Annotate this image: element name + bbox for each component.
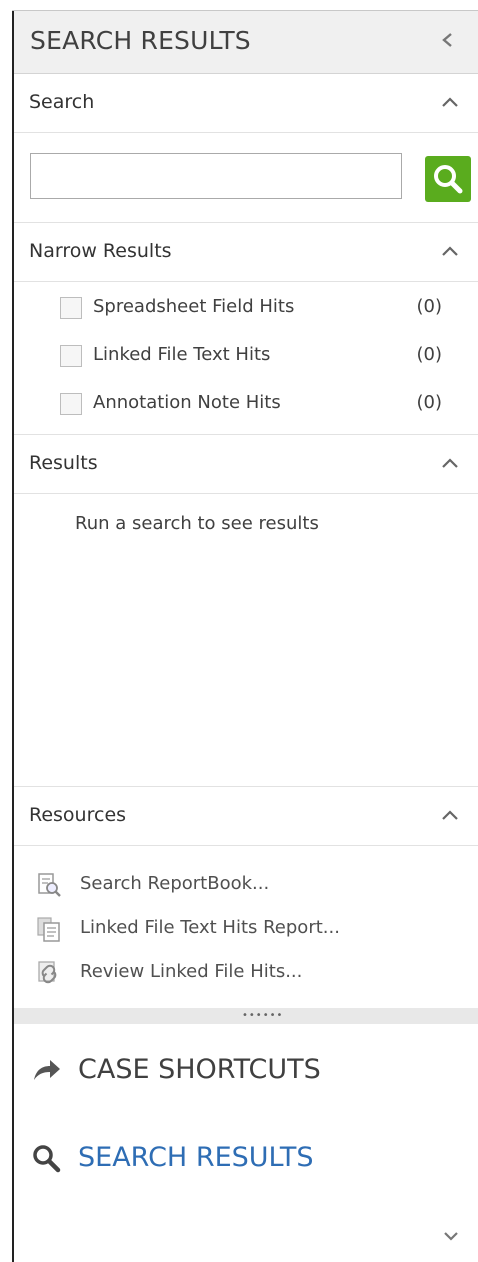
nav-label: SEARCH RESULTS bbox=[78, 1142, 314, 1173]
checkbox[interactable] bbox=[60, 393, 82, 415]
resources-title: Resources bbox=[29, 804, 127, 826]
resource-label: Review Linked File Hits... bbox=[80, 961, 303, 982]
chevron-left-icon bbox=[442, 33, 452, 47]
filter-annotation-note-hits[interactable]: Annotation Note Hits (0) bbox=[60, 389, 450, 419]
resources-header[interactable]: Resources bbox=[14, 787, 478, 846]
resource-label: Search ReportBook... bbox=[80, 873, 270, 894]
resource-search-reportbook[interactable]: Search ReportBook... bbox=[36, 870, 416, 900]
filter-count: (0) bbox=[416, 296, 443, 317]
chevron-down-icon[interactable] bbox=[440, 1228, 462, 1244]
filter-spreadsheet-field-hits[interactable]: Spreadsheet Field Hits (0) bbox=[60, 293, 450, 323]
magnifier-icon bbox=[30, 1142, 62, 1174]
magnifier-icon bbox=[434, 165, 463, 194]
report-search-icon bbox=[36, 872, 62, 898]
checkbox[interactable] bbox=[60, 345, 82, 367]
chevron-up-icon[interactable] bbox=[440, 455, 460, 471]
results-header[interactable]: Results bbox=[14, 435, 478, 494]
narrow-results-title: Narrow Results bbox=[29, 240, 172, 262]
results-empty-message: Run a search to see results bbox=[75, 513, 319, 534]
search-input[interactable] bbox=[30, 153, 402, 199]
results-section: Results bbox=[14, 435, 478, 785]
search-button[interactable] bbox=[425, 156, 471, 202]
filter-label: Annotation Note Hits bbox=[93, 392, 281, 413]
panel-title: SEARCH RESULTS bbox=[30, 26, 251, 55]
chevron-up-icon[interactable] bbox=[440, 807, 460, 823]
linked-file-icon bbox=[36, 960, 62, 986]
search-section-title: Search bbox=[29, 91, 95, 113]
resource-linked-file-text-hits-report[interactable]: Linked File Text Hits Report... bbox=[36, 914, 416, 944]
resource-label: Linked File Text Hits Report... bbox=[80, 917, 340, 938]
search-section: Search bbox=[14, 74, 478, 222]
checkbox[interactable] bbox=[60, 297, 82, 319]
panel-splitter[interactable]: •••••• bbox=[14, 1008, 478, 1024]
search-section-header[interactable]: Search bbox=[14, 74, 478, 133]
filter-count: (0) bbox=[416, 392, 443, 413]
narrow-results-header[interactable]: Narrow Results bbox=[14, 223, 478, 282]
resource-review-linked-file-hits[interactable]: Review Linked File Hits... bbox=[36, 958, 416, 988]
panel-titlebar: SEARCH RESULTS bbox=[14, 11, 478, 74]
filter-linked-file-text-hits[interactable]: Linked File Text Hits (0) bbox=[60, 341, 450, 371]
nav-case-shortcuts[interactable]: CASE SHORTCUTS bbox=[14, 1040, 478, 1100]
filter-label: Spreadsheet Field Hits bbox=[93, 296, 295, 317]
chevron-up-icon[interactable] bbox=[440, 243, 460, 259]
results-title: Results bbox=[29, 452, 98, 474]
share-arrow-icon bbox=[30, 1054, 62, 1086]
grip-dots-icon: •••••• bbox=[242, 1010, 284, 1021]
search-results-panel: SEARCH RESULTS Search Narrow Results Spr… bbox=[0, 0, 478, 1262]
chevron-up-icon[interactable] bbox=[440, 94, 460, 110]
filter-count: (0) bbox=[416, 344, 443, 365]
nav-label: CASE SHORTCUTS bbox=[78, 1054, 321, 1085]
collapse-panel-button[interactable] bbox=[436, 25, 460, 55]
filter-label: Linked File Text Hits bbox=[93, 344, 271, 365]
nav-search-results[interactable]: SEARCH RESULTS bbox=[14, 1128, 478, 1188]
document-stack-icon bbox=[36, 916, 62, 942]
